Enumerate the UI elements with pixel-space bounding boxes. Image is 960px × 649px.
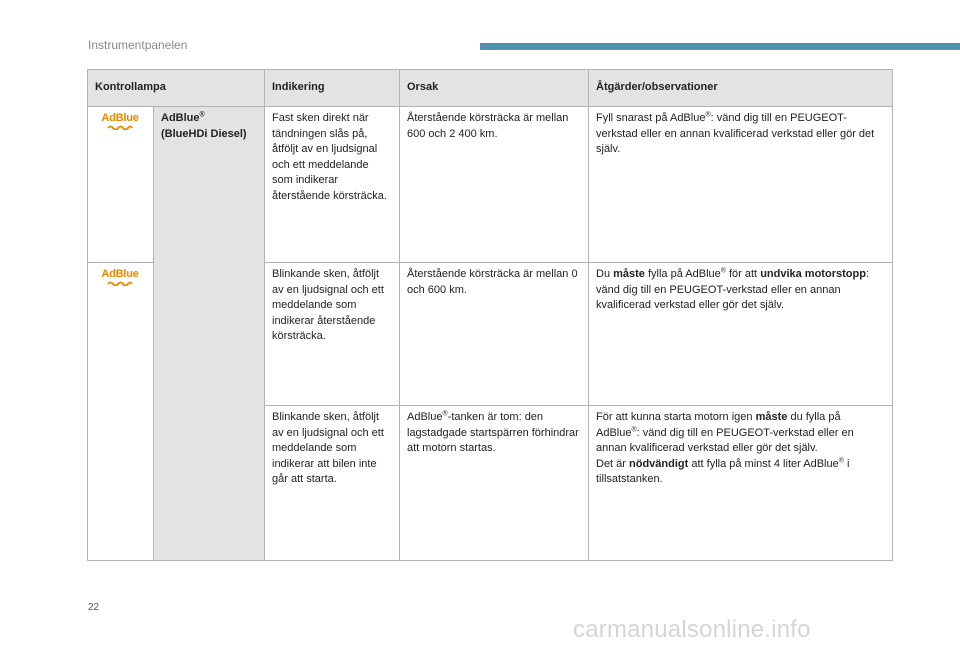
- action-cell: Fyll snarast på AdBlue®: vänd dig till e…: [588, 106, 893, 263]
- table-header-row: Kontrollampa Indikering Orsak Åtgärder/o…: [87, 69, 893, 107]
- section-title: Instrumentpanelen: [88, 38, 188, 52]
- page-number: 22: [88, 602, 100, 613]
- column-header-atgarder: Åtgärder/observationer: [588, 69, 893, 107]
- indication-cell: Blinkande sken, åtföljt av en ljudsignal…: [264, 262, 400, 406]
- lamp-name-cell: AdBlue® (BlueHDi Diesel): [153, 106, 265, 561]
- table-row: AdBlue AdBlue® (BlueHDi Diesel) Fast ske…: [87, 106, 893, 561]
- adblue-warning-icon: AdBlue: [101, 112, 139, 130]
- action-emphasis: nödvändigt: [629, 457, 689, 470]
- action-text: Det är: [596, 457, 630, 470]
- registered-mark: ®: [199, 111, 205, 119]
- column-header-orsak: Orsak: [399, 69, 589, 107]
- action-text: för att: [725, 268, 761, 280]
- warning-lamp-table: Kontrollampa Indikering Orsak Åtgärder/o…: [87, 69, 893, 561]
- lamp-engine-type: (BlueHDi Diesel): [161, 127, 247, 140]
- column-header-kontrollampa: Kontrollampa: [87, 69, 265, 107]
- section-accent-bar: [480, 43, 960, 50]
- action-cell: För att kunna starta motorn igen måste d…: [588, 405, 893, 561]
- action-text: att fylla på minst 4 liter AdBlue: [688, 457, 839, 470]
- indication-cell: Fast sken direkt när tändningen slås på,…: [264, 106, 400, 263]
- cause-text: AdBlue: [407, 411, 443, 423]
- watermark: carmanualsonline.info: [573, 616, 811, 643]
- cause-cell: AdBlue®-tanken är tom: den lagstadgade s…: [399, 405, 589, 561]
- action-emphasis: undvika motorstopp: [760, 268, 866, 280]
- icon-cell: AdBlue: [87, 106, 154, 263]
- lamp-name: AdBlue: [161, 112, 200, 124]
- action-text: För att kunna starta motorn igen: [596, 411, 756, 423]
- indication-cell: Blinkande sken, åtföljt av en ljudsignal…: [264, 405, 400, 561]
- adblue-icon-text: AdBlue: [101, 112, 139, 124]
- action-emphasis: måste: [613, 268, 645, 280]
- adblue-warning-icon: AdBlue: [101, 268, 139, 286]
- adblue-wave-icon: [107, 125, 133, 130]
- cause-cell: Återstående körsträcka är mellan 0 och 6…: [399, 262, 589, 406]
- action-text: Fyll snarast på AdBlue: [596, 112, 706, 124]
- icon-cell: AdBlue: [87, 262, 154, 561]
- column-header-indikering: Indikering: [264, 69, 400, 107]
- action-cell: Du måste fylla på AdBlue® för att undvik…: [588, 262, 893, 406]
- action-text: fylla på AdBlue: [644, 268, 721, 280]
- adblue-icon-text: AdBlue: [101, 268, 139, 280]
- cause-cell: Återstående körsträcka är mellan 600 och…: [399, 106, 589, 263]
- action-emphasis: måste: [755, 411, 788, 423]
- adblue-wave-icon: [107, 281, 133, 286]
- action-text: Du: [596, 268, 614, 280]
